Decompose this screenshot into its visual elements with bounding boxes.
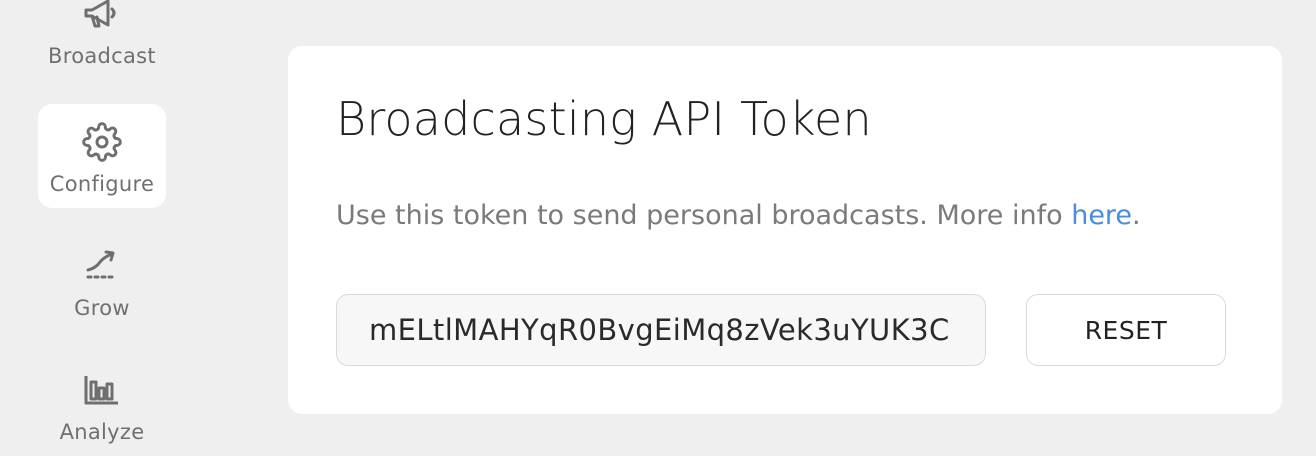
- description-period: .: [1132, 200, 1141, 231]
- sidebar-item-analyze[interactable]: Analyze: [38, 352, 166, 456]
- gear-icon: [82, 122, 122, 162]
- sidebar-item-label: Broadcast: [48, 44, 156, 68]
- megaphone-icon: [82, 0, 122, 34]
- growth-arrow-icon: [82, 246, 122, 286]
- api-token-card: Broadcasting API Token Use this token to…: [288, 46, 1282, 414]
- card-title: Broadcasting API Token: [336, 92, 872, 146]
- api-token-field[interactable]: [336, 294, 986, 366]
- sidebar-item-grow[interactable]: Grow: [38, 228, 166, 332]
- more-info-link[interactable]: here: [1071, 200, 1132, 231]
- description-text: Use this token to send personal broadcas…: [336, 200, 1072, 231]
- bar-chart-icon: [82, 370, 122, 410]
- reset-button[interactable]: RESET: [1026, 294, 1226, 366]
- sidebar: Broadcast Configure Grow Analyze: [0, 0, 204, 454]
- sidebar-item-label: Analyze: [59, 420, 145, 444]
- sidebar-item-label: Configure: [49, 172, 155, 196]
- sidebar-item-broadcast[interactable]: Broadcast: [38, 0, 166, 80]
- sidebar-item-label: Grow: [74, 296, 130, 320]
- card-description: Use this token to send personal broadcas…: [336, 200, 1141, 231]
- sidebar-item-configure[interactable]: Configure: [38, 104, 166, 208]
